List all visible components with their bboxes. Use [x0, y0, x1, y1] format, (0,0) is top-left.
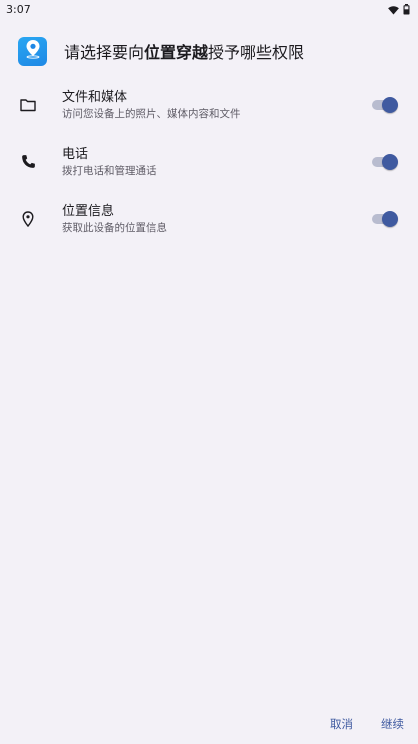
folder-icon — [18, 95, 38, 115]
permission-text: 位置信息 获取此设备的位置信息 — [62, 203, 167, 236]
permission-row-phone[interactable]: 电话 拨打电话和管理通话 — [0, 133, 418, 190]
toggle-phone[interactable] — [372, 153, 398, 170]
continue-button[interactable]: 继续 — [381, 716, 404, 732]
permission-list: 文件和媒体 访问您设备上的照片、媒体内容和文件 电话 拨打电话和管理通话 位置信… — [0, 76, 418, 247]
permission-description: 拨打电话和管理通话 — [62, 165, 157, 177]
permission-title: 电话 — [62, 147, 89, 162]
permission-description: 获取此设备的位置信息 — [62, 222, 167, 234]
toggle-files[interactable] — [372, 96, 398, 113]
toggle-thumb — [382, 96, 398, 113]
wifi-icon — [388, 0, 399, 19]
permission-text: 文件和媒体 访问您设备上的照片、媒体内容和文件 — [62, 89, 241, 122]
status-bar: 3:07 — [0, 0, 418, 18]
permission-description: 访问您设备上的照片、媒体内容和文件 — [62, 108, 241, 120]
toggle-thumb — [382, 210, 398, 227]
phone-icon — [18, 152, 38, 172]
app-icon — [18, 36, 47, 66]
cancel-button[interactable]: 取消 — [330, 716, 353, 732]
permission-text: 电话 拨打电话和管理通话 — [62, 146, 157, 179]
title-prefix: 请选择要向 — [64, 43, 145, 62]
dialog-footer: 取消 继续 — [330, 714, 404, 734]
location-icon — [18, 209, 38, 229]
permission-header: 请选择要向位置穿越授予哪些权限 — [18, 35, 408, 67]
toggle-location[interactable] — [372, 210, 398, 227]
app-name: 位置穿越 — [144, 43, 209, 62]
status-icons — [388, 0, 410, 19]
permission-title: 文件和媒体 — [62, 90, 128, 105]
title-suffix: 授予哪些权限 — [208, 43, 305, 62]
battery-icon — [403, 0, 410, 19]
status-time: 3:07 — [6, 2, 31, 16]
toggle-thumb — [382, 153, 398, 170]
permission-row-files[interactable]: 文件和媒体 访问您设备上的照片、媒体内容和文件 — [0, 76, 418, 133]
location-pin-icon — [24, 39, 42, 63]
page-title: 请选择要向位置穿越授予哪些权限 — [64, 39, 304, 63]
permission-row-location[interactable]: 位置信息 获取此设备的位置信息 — [0, 190, 418, 247]
permission-title: 位置信息 — [62, 204, 115, 219]
